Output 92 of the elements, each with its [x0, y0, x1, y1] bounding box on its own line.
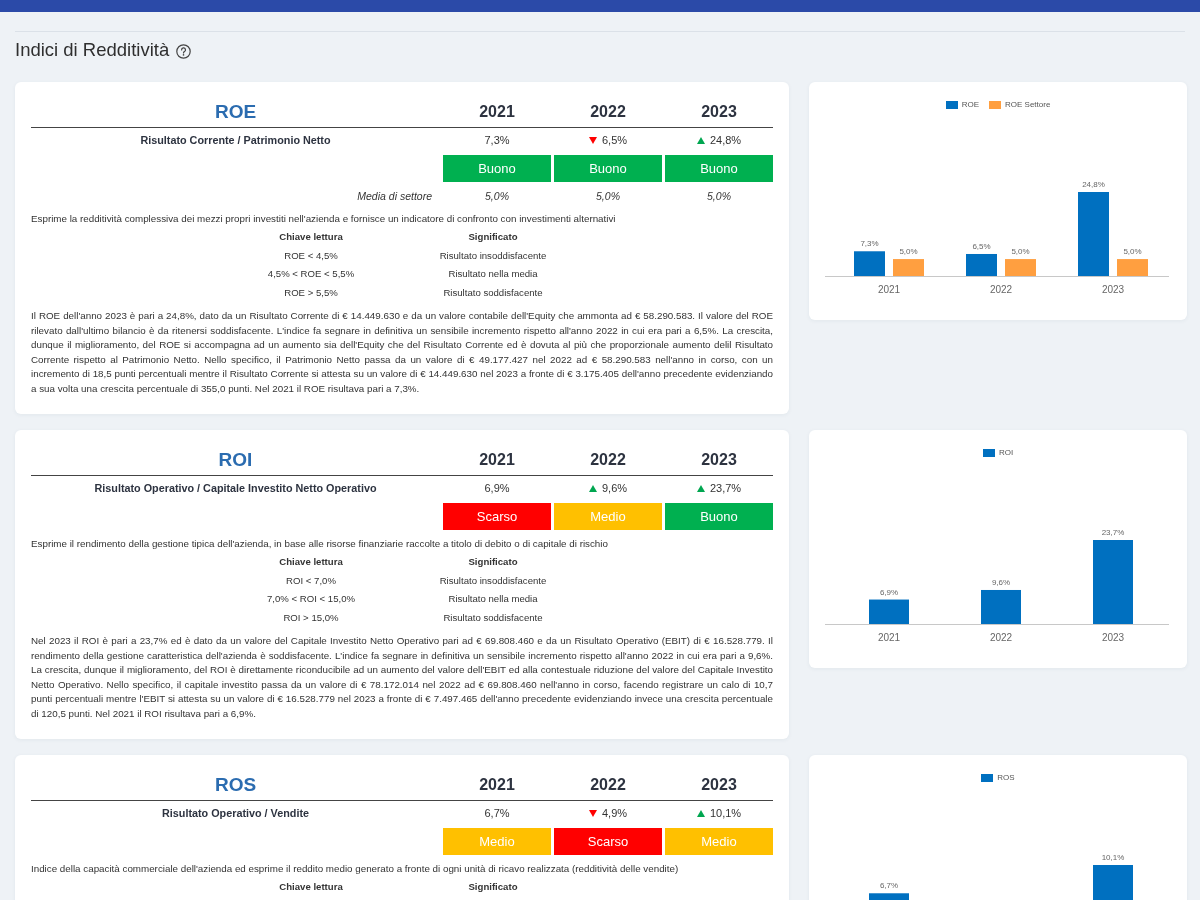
- description-text: Esprime il rendimento della gestione tipica dell'azienda, in base alle risorse finanziarie raccolte a titolo di debito o di capitale di rischio: [31, 537, 609, 551]
- rating-badge: Medio: [443, 828, 551, 855]
- legend-label: ROS: [997, 773, 1015, 783]
- year-header: 2021: [478, 450, 516, 470]
- rating-badge: Buono: [554, 155, 662, 182]
- ratio-value: 23,7%: [709, 482, 742, 494]
- formula-label: Risultato Operativo / Vendite: [161, 807, 310, 819]
- axis-label: 2021: [877, 284, 901, 295]
- legend-label: ROE: [961, 100, 979, 110]
- key-table-cell-text: Risultato nella media: [447, 267, 539, 281]
- chart-bar: [854, 251, 885, 276]
- key-table-header: Significato: [467, 880, 519, 894]
- index-title: ROI: [217, 448, 254, 472]
- ratio-value: 4,9%: [601, 807, 628, 819]
- chart-bar: [981, 590, 1021, 624]
- formula-label: Risultato Corrente / Patrimonio Netto: [139, 134, 332, 146]
- chart-bar: [869, 893, 909, 900]
- year-header: 2022: [589, 102, 627, 122]
- axis-label: 2022: [989, 284, 1013, 295]
- bar-value-label: 5,0%: [1011, 247, 1030, 257]
- commentary-text: Il ROE dell'anno 2023 è pari a 24,8%, dato da un Risultato Corrente di € 14.449.630 e da un valore contabile dell'Equity che ammonta ad € 58.290.583. Il valore del ROE rilevato dall'ultimo bilancio è da ritenersi soddisfacente. L'indice fa segnare in definitiva un sensibile incremento rispetto all'anno 2022 in cui era pari a 6,5%. La crescita, dunque il miglioramento, del ROE si accompagna ad un aumento sia dell'Equity che del Risultato Corrente ed è dovuta al più che proporzionale aumento delil Risultato Corrente rispetto al Patrimonio Netto. Nello specifico, il Patrimonio Netto passa da un valore di € 49.177.427 nel 2022 ad € 58.290.583 nell'anno in corso, con un incremento di 18,5 punti percentuali mentre il Risultato Corrente si attesta su un valore di € 14.449.630 nel 2023 a fronte di € 3.175.405 dell'anno precedente evidenziando a sua volta una crescita percentuale di 355,0 punti. Nel 2021 il ROE risultava pari a 7,3%.: [31, 309, 773, 396]
- sector-average-value: 5,0%: [484, 189, 510, 204]
- bar-value-label: 24,8%: [1082, 180, 1105, 189]
- ratio-value: 6,5%: [601, 134, 628, 146]
- chart-bar: [1005, 259, 1036, 276]
- key-table-cell-text: Risultato insoddisfacente: [438, 248, 548, 263]
- bar-value-label: 6,9%: [879, 587, 899, 597]
- key-table-cell-text: 7,0% < ROI < 15,0%: [266, 592, 356, 606]
- axis-label: 2021: [877, 632, 901, 643]
- sector-average-label: Media di settore: [356, 189, 433, 204]
- rating-badge: Scarso: [554, 828, 662, 855]
- year-header: 2023: [700, 450, 738, 470]
- axis-label: 2023: [1101, 284, 1125, 295]
- key-table-header: Significato: [467, 230, 519, 244]
- year-header: 2023: [700, 102, 738, 122]
- key-table-cell-text: ROI < 7,0%: [285, 573, 337, 588]
- year-header: 2021: [478, 102, 516, 122]
- key-table-cell-text: Risultato insoddisfacente: [438, 573, 548, 588]
- key-table-cell-text: Risultato nella media: [447, 592, 539, 606]
- key-table-cell-text: ROE < 4,5%: [283, 248, 339, 263]
- key-table-header: Chiave lettura: [278, 230, 344, 244]
- rating-badge: Medio: [665, 828, 773, 855]
- chart-bar: [1093, 865, 1133, 900]
- bar-value-label: 6,5%: [972, 242, 991, 251]
- index-title: ROE: [213, 100, 258, 124]
- key-table-cell-text: Risultato soddisfacente: [442, 610, 544, 625]
- year-header: 2021: [478, 775, 516, 795]
- commentary-text: Nel 2023 il ROI è pari a 23,7% ed è dato da un valore del Capitale Investito Netto Operativo pari ad € 69.808.460 e da un Risultato Operativo (EBIT) di € 16.528.779. Il rendimento della gestione caratteristica dell'azienda è soddisfacente. L'indice fa segnare in definitiva un sensibile incremento rispetto all'anno 2022 in cui era pari a 9,6%. La crescita, dunque il miglioramento, del ROI è direttamente riconducibile ad un aumento del valore dell'EBIT ed alla contestuale riduzione del valore del Capitale Investito Netto Operativo. Nello specifico, il capitale investito passa da un valore di € 78.172.014 nel 2022 ad € 69.808.460 nell'anno in corso, facendo registrare un calo di 10,7 punti percentuali mentre l'EBIT si attesta su un valore di € 16.528.779 nel 2023 a fronte di € 7.497.465 dell'anno precedente evidenziando invece una crescita percentuale di 120,5 punti. Nel 2021 il ROI risultava pari a 6,9%.: [31, 634, 773, 721]
- ratio-value: 10,1%: [709, 807, 742, 819]
- chart-bar: [966, 254, 997, 276]
- legend-label: ROE Settore: [1005, 100, 1051, 110]
- chart-bar: [893, 259, 924, 276]
- legend-label: ROI: [998, 448, 1014, 458]
- sector-average-value: 5,0%: [595, 189, 621, 204]
- year-header: 2023: [700, 775, 738, 795]
- rating-badge: Scarso: [443, 503, 551, 530]
- key-table-cell-text: ROI > 15,0%: [282, 610, 340, 625]
- ratio-value: 6,7%: [484, 807, 510, 819]
- rating-badge: Medio: [554, 503, 662, 530]
- help-icon[interactable]: [176, 43, 192, 59]
- key-table-cell-text: ROE > 5,5%: [283, 285, 339, 300]
- key-table-header: Chiave lettura: [278, 880, 344, 894]
- ratio-value: 24,8%: [709, 134, 742, 146]
- rating-badge: Buono: [665, 155, 773, 182]
- bar-value-label: 6,7%: [879, 881, 899, 891]
- bar-value-label: 5,0%: [1123, 247, 1142, 257]
- index-title: ROS: [213, 773, 258, 797]
- page-title: Indici di Redditività: [15, 38, 170, 62]
- key-table-cell-text: 4,5% < ROE < 5,5%: [266, 267, 356, 281]
- year-header: 2022: [589, 775, 627, 795]
- bar-value-label: 5,0%: [899, 247, 918, 257]
- year-header: 2022: [589, 450, 627, 470]
- bar-value-label: 9,6%: [991, 577, 1011, 587]
- sector-average-value: 5,0%: [706, 189, 732, 204]
- chart-bar: [1117, 259, 1148, 276]
- bar-value-label: 10,1%: [1101, 853, 1125, 862]
- description-text: Esprime la redditività complessiva dei mezzi propri investiti nell'azienda e fornisce un indicatore di confronto con investimenti alternativi: [31, 212, 617, 226]
- bar-value-label: 23,7%: [1101, 528, 1125, 537]
- chart-bar: [869, 599, 909, 624]
- ratio-value: 7,3%: [484, 134, 510, 146]
- rating-badge: Buono: [665, 503, 773, 530]
- formula-label: Risultato Operativo / Capitale Investito Netto Operativo: [93, 482, 378, 494]
- key-table-cell-text: Risultato soddisfacente: [442, 285, 544, 300]
- rating-badge: Buono: [443, 155, 551, 182]
- axis-label: 2022: [989, 632, 1013, 643]
- ratio-value: 6,9%: [484, 482, 510, 494]
- key-table-header: Chiave lettura: [278, 555, 344, 569]
- bar-value-label: 7,3%: [860, 239, 879, 249]
- axis-label: 2023: [1101, 632, 1125, 643]
- description-text: Indice della capacità commerciale dell'azienda ed esprime il reddito medio generato a fronte di ogni unità di ricavo realizzata (redditività delle vendite): [31, 862, 680, 876]
- key-table-header: Significato: [467, 555, 519, 569]
- ratio-value: 9,6%: [601, 482, 628, 494]
